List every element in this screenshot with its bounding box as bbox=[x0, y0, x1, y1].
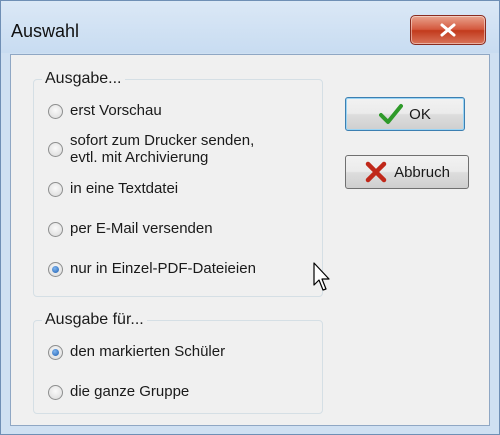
dialog-window: Auswahl Ausgabe... erst Vorschau sofort … bbox=[0, 0, 500, 435]
radio-ganze-gruppe[interactable]: die ganze Gruppe bbox=[48, 383, 189, 400]
radio-drucker-senden[interactable]: sofort zum Drucker senden, evtl. mit Arc… bbox=[48, 132, 254, 166]
title-bar[interactable]: Auswahl bbox=[1, 1, 499, 53]
radio-email[interactable]: per E-Mail versenden bbox=[48, 220, 213, 237]
radio-textdatei[interactable]: in eine Textdatei bbox=[48, 180, 178, 197]
output-groupbox: Ausgabe... erst Vorschau sofort zum Druc… bbox=[33, 70, 323, 297]
close-button[interactable] bbox=[410, 15, 486, 45]
ok-button-label: OK bbox=[409, 105, 431, 123]
radio-einzel-pdf[interactable]: nur in Einzel-PDF-Dateieien bbox=[48, 260, 256, 277]
option-label: die ganze Gruppe bbox=[70, 383, 190, 400]
cancel-button[interactable]: Abbruch bbox=[345, 155, 469, 189]
cancel-button-label: Abbruch bbox=[394, 163, 450, 181]
target-groupbox: Ausgabe für... den markierten Schüler di… bbox=[33, 311, 323, 414]
close-icon bbox=[440, 23, 456, 37]
dialog-client-area: Ausgabe... erst Vorschau sofort zum Druc… bbox=[10, 54, 490, 426]
radio-button-checked[interactable] bbox=[48, 345, 63, 360]
option-label: den markierten Schüler bbox=[70, 343, 226, 360]
option-label-line2: evtl. mit Archivierung bbox=[70, 149, 209, 166]
option-label-line1: sofort zum Drucker senden, bbox=[70, 132, 255, 149]
window-title: Auswahl bbox=[11, 21, 80, 41]
target-group-legend: Ausgabe für... bbox=[42, 311, 147, 329]
radio-markierten-schueler[interactable]: den markierten Schüler bbox=[48, 343, 225, 360]
radio-button[interactable] bbox=[48, 222, 63, 237]
output-group-legend: Ausgabe... bbox=[42, 70, 125, 88]
option-label: erst Vorschau bbox=[70, 102, 162, 119]
option-label: sofort zum Drucker senden, evtl. mit Arc… bbox=[70, 132, 254, 166]
radio-button[interactable] bbox=[48, 142, 63, 157]
x-mark-icon bbox=[365, 161, 387, 183]
option-label: in eine Textdatei bbox=[70, 180, 179, 197]
radio-button[interactable] bbox=[48, 182, 63, 197]
radio-button-checked[interactable] bbox=[48, 262, 63, 277]
ok-button[interactable]: OK bbox=[345, 97, 465, 131]
radio-button[interactable] bbox=[48, 385, 63, 400]
radio-button[interactable] bbox=[48, 104, 63, 119]
radio-erst-vorschau[interactable]: erst Vorschau bbox=[48, 102, 162, 119]
mouse-pointer-icon bbox=[313, 262, 330, 291]
checkmark-icon bbox=[379, 104, 404, 124]
option-label: nur in Einzel-PDF-Dateieien bbox=[70, 260, 256, 277]
option-label: per E-Mail versenden bbox=[70, 220, 213, 237]
